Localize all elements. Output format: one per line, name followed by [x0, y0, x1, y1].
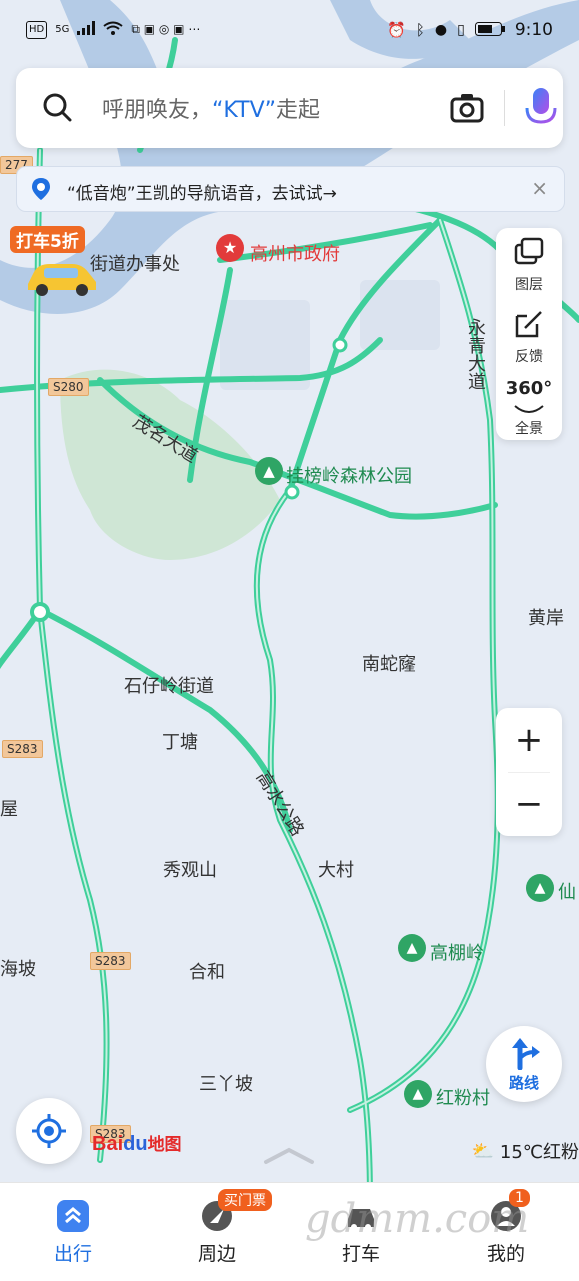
route-arrow-icon	[512, 1038, 540, 1070]
panorama-button[interactable]: 360° 全景	[496, 372, 562, 438]
zoom-in-button[interactable]: +	[496, 708, 562, 772]
locate-button[interactable]	[16, 1098, 82, 1164]
tab-profile-label: 我的	[486, 1243, 525, 1265]
layers-button[interactable]: 图层	[496, 228, 562, 294]
travel-icon	[57, 1200, 89, 1232]
search-icon	[43, 93, 72, 122]
drawer-handle-icon[interactable]	[262, 1146, 316, 1166]
vibrate-icon: ▯	[457, 22, 465, 38]
map-label-dacun: 大村	[318, 860, 354, 881]
weather-widget[interactable]: ⛅ 15℃红粉	[471, 1138, 579, 1164]
zoom-control: + −	[496, 708, 562, 836]
taxi-car-icon	[28, 264, 96, 296]
taxi-discount-promo[interactable]: 打车5折	[10, 226, 100, 300]
map-label-haipo: 海坡	[0, 959, 36, 980]
taxi-discount-tag: 打车5折	[10, 226, 85, 253]
feedback-icon	[515, 311, 542, 338]
crosshair-icon	[32, 1114, 66, 1148]
map-label-forest-park[interactable]: 挂榜岭森林公园	[286, 462, 412, 488]
map-label-sanyapo: 三丫坡	[199, 1074, 253, 1095]
road-shield-s280: S280	[48, 378, 89, 396]
route-button[interactable]: 路线	[486, 1026, 562, 1102]
map-label-shizailing: 石仔岭街道	[124, 676, 214, 697]
map-label-huangan: 黄岸	[528, 608, 564, 629]
location-icon: ●	[434, 22, 448, 38]
map-label-yongqing-road: 永青大道	[465, 318, 486, 390]
feedback-button[interactable]: 反馈	[496, 300, 562, 366]
location-pin-icon	[32, 178, 50, 200]
map-label-xian[interactable]: 仙	[558, 878, 576, 904]
logo-part2: du	[123, 1133, 148, 1155]
map-label-subdistrict-office[interactable]: 街道办事处	[90, 250, 180, 276]
bluetooth-icon: ᛒ	[415, 21, 425, 39]
wifi-icon	[103, 20, 123, 39]
xian-pin-icon: ▲	[526, 874, 554, 902]
panorama-label: 全景	[515, 421, 543, 437]
map-label-hehe: 合和	[189, 962, 225, 983]
map-label-hongfen-village[interactable]: 红粉村	[436, 1084, 490, 1110]
watermark: gdmm.com	[305, 1196, 530, 1242]
tab-travel[interactable]: 出行	[18, 1183, 128, 1281]
clock-time: 9:10	[514, 20, 553, 40]
zoom-out-button[interactable]: −	[496, 772, 562, 836]
baidu-map-logo: Baidu地图	[92, 1130, 182, 1156]
app-notification-icon: ⧉ ▣ ◎ ▣ ⋯	[131, 22, 201, 36]
hd-icon: HD	[26, 20, 48, 39]
tab-nearby[interactable]: 买门票 周边	[162, 1183, 272, 1281]
battery-icon	[474, 21, 505, 40]
close-icon[interactable]: ×	[531, 176, 548, 200]
map-tools-panel: 图层 反馈 360° 全景	[496, 228, 562, 440]
tab-nearby-badge: 买门票	[218, 1189, 272, 1211]
signal-icon	[77, 20, 96, 39]
voice-promo-banner[interactable]: “低音炮”王凯的导航语音，去试试→ ×	[16, 166, 565, 212]
map-label-wu: 屋	[0, 799, 18, 820]
government-pin-icon: ★	[216, 234, 244, 262]
search-placeholder-prefix: 呼朋唤友，	[102, 98, 213, 123]
map-label-government[interactable]: 高州市政府	[250, 240, 340, 266]
route-label: 路线	[508, 1074, 539, 1092]
map-label-dingtang: 丁塘	[162, 732, 198, 753]
search-placeholder[interactable]: 呼朋唤友，“KTV”走起	[102, 92, 320, 124]
microphone-icon[interactable]	[521, 86, 561, 130]
logo-part3: 地图	[147, 1135, 182, 1154]
status-bar: HD 5G ⧉ ▣ ◎ ▣ ⋯ ⏰ ᛒ ● ▯ 9:10	[0, 0, 579, 62]
search-divider	[504, 90, 505, 126]
voice-promo-text: “低音炮”王凯的导航语音，去试试→	[67, 184, 337, 204]
tab-travel-label: 出行	[53, 1243, 92, 1265]
road-shield-s283-1: S283	[2, 740, 43, 758]
tab-nearby-label: 周边	[197, 1243, 236, 1265]
logo-part1: Bai	[92, 1133, 124, 1155]
map-label-gaopengling[interactable]: 高棚岭	[430, 939, 484, 965]
park-pin-icon: ▲	[255, 457, 283, 485]
road-shield-s283-2: S283	[90, 952, 131, 970]
camera-icon[interactable]	[449, 90, 485, 126]
weather-sun-cloud-icon: ⛅	[471, 1140, 494, 1162]
network-5g-icon: 5G	[55, 23, 70, 35]
alarm-icon: ⏰	[387, 21, 406, 39]
feedback-label: 反馈	[515, 349, 543, 365]
weather-text: 15℃红粉	[499, 1142, 579, 1163]
map-label-xiuguanshan: 秀观山	[163, 860, 217, 881]
search-bar[interactable]: 呼朋唤友，“KTV”走起	[16, 68, 563, 148]
layers-icon	[514, 237, 544, 265]
search-placeholder-keyword: “KTV”	[212, 98, 277, 123]
tab-taxi-label: 打车	[341, 1243, 380, 1265]
layers-label: 图层	[515, 277, 543, 293]
search-placeholder-suffix: 走起	[276, 98, 321, 123]
village-pin-icon: ▲	[404, 1080, 432, 1108]
mountain-pin-icon: ▲	[398, 934, 426, 962]
map-label-nansheyong: 南蛇窿	[362, 654, 416, 675]
